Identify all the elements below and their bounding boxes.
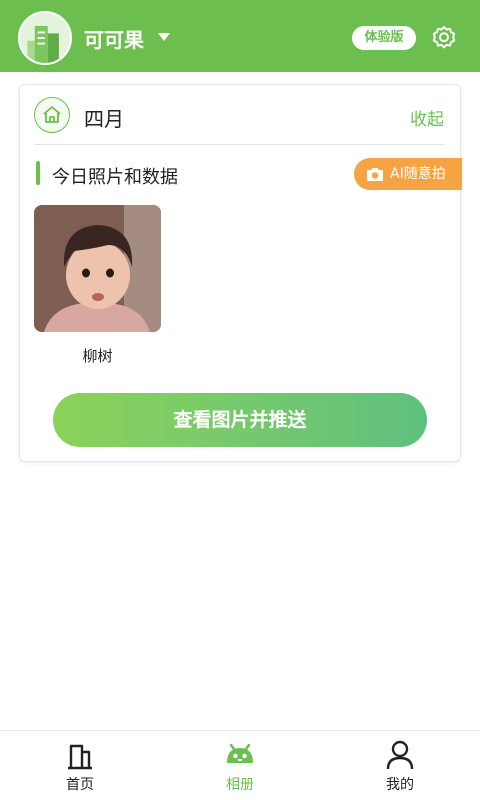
app-name[interactable]: 可可果 xyxy=(84,24,144,53)
camera-icon xyxy=(367,168,383,181)
month-title: 四月 xyxy=(84,107,124,131)
home-icon xyxy=(34,97,70,133)
nav-label-profile: 我的 xyxy=(386,777,414,793)
top-header: 可可果 体验版 xyxy=(0,0,480,72)
gear-icon[interactable] xyxy=(430,24,458,52)
section-accent-bar xyxy=(36,161,40,185)
collapse-button[interactable]: 收起 xyxy=(410,105,444,130)
person-icon xyxy=(386,740,414,770)
bottom-nav: 首页 相册 我的 xyxy=(0,730,480,800)
nav-label-album: 相册 xyxy=(226,777,254,793)
section-title: 今日照片和数据 xyxy=(52,167,178,188)
month-card: 四月 收起 今日照片和数据 AI随意拍 柳树 查看图片并推送 xyxy=(19,84,462,462)
nav-item-home[interactable]: 首页 xyxy=(0,731,160,800)
version-badge: 体验版 xyxy=(352,26,416,50)
photo-thumbnail[interactable] xyxy=(34,205,161,332)
ai-button-label: AI随意拍 xyxy=(390,166,446,182)
chevron-down-icon[interactable] xyxy=(158,33,170,41)
view-and-push-button[interactable]: 查看图片并推送 xyxy=(53,393,427,447)
mascot-icon xyxy=(227,743,253,763)
photo-caption: 柳树 xyxy=(82,347,113,365)
building-icon xyxy=(68,744,92,770)
nav-label-home: 首页 xyxy=(66,777,94,793)
divider xyxy=(34,144,444,145)
app-logo-icon[interactable] xyxy=(18,11,72,65)
nav-item-album[interactable]: 相册 xyxy=(160,731,320,800)
ai-capture-button[interactable]: AI随意拍 xyxy=(354,158,462,190)
nav-item-profile[interactable]: 我的 xyxy=(320,731,480,800)
